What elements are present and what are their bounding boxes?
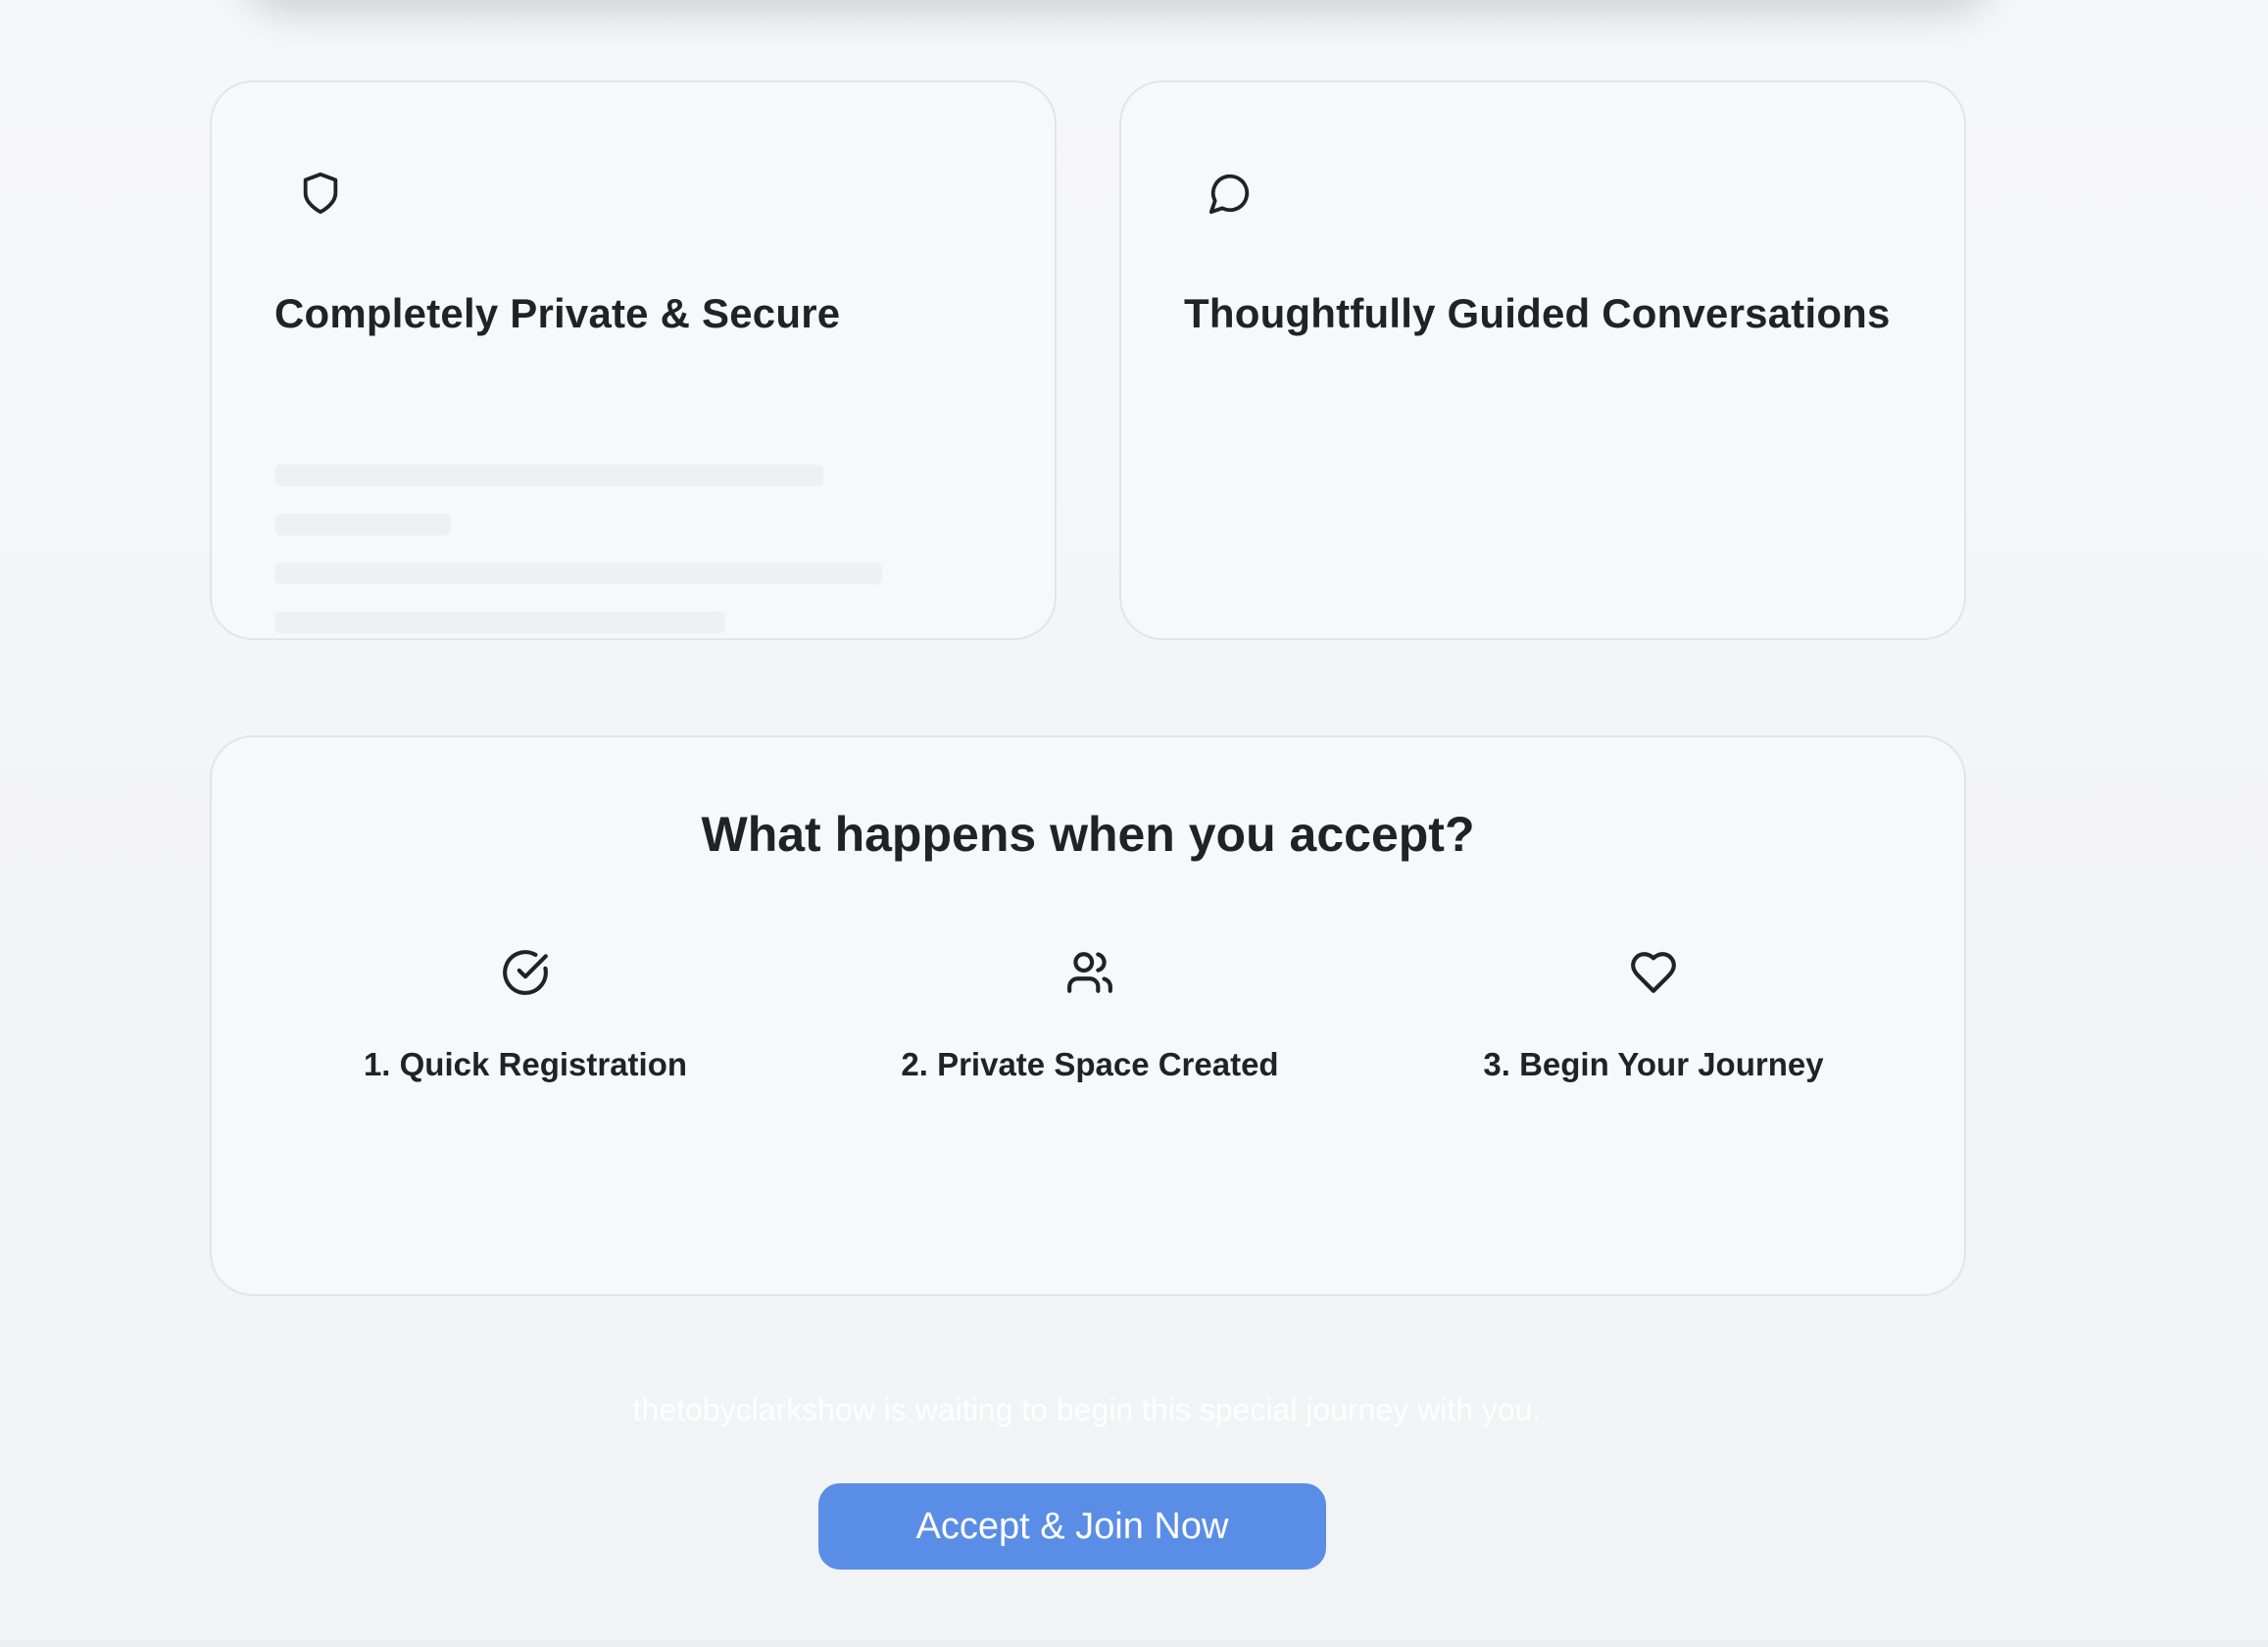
step-label: 2. Private Space Created	[901, 1046, 1279, 1082]
faded-description-line	[274, 465, 823, 486]
feature-card-conversations: Thoughtfully Guided Conversations	[1119, 80, 1966, 640]
step-quick-registration: 1. Quick Registration	[251, 948, 800, 1083]
faded-description-line	[274, 612, 725, 633]
users-icon	[1065, 948, 1114, 997]
waiting-message: thetobyclarkshow is waiting to begin thi…	[632, 1392, 1542, 1427]
steps-card: What happens when you accept? 1. Quick R…	[210, 735, 1966, 1296]
step-label: 1. Quick Registration	[363, 1046, 688, 1082]
faded-description-line	[274, 563, 882, 584]
heart-icon	[1629, 948, 1678, 997]
feature-title: Completely Private & Secure	[274, 290, 841, 336]
step-begin-journey: 3. Begin Your Journey	[1379, 948, 1928, 1083]
steps-title: What happens when you accept?	[701, 807, 1475, 862]
step-label: 3. Begin Your Journey	[1483, 1046, 1824, 1082]
message-circle-icon	[1208, 171, 1253, 216]
shield-icon	[298, 171, 343, 216]
step-private-space: 2. Private Space Created	[815, 948, 1364, 1083]
feature-title: Thoughtfully Guided Conversations	[1184, 290, 1891, 336]
page-bottom-edge	[0, 1639, 2268, 1647]
accept-join-button[interactable]: Accept & Join Now	[818, 1483, 1326, 1570]
check-circle-icon	[501, 948, 550, 997]
faded-description-line	[274, 514, 451, 535]
feature-card-private: Completely Private & Secure	[210, 80, 1057, 640]
